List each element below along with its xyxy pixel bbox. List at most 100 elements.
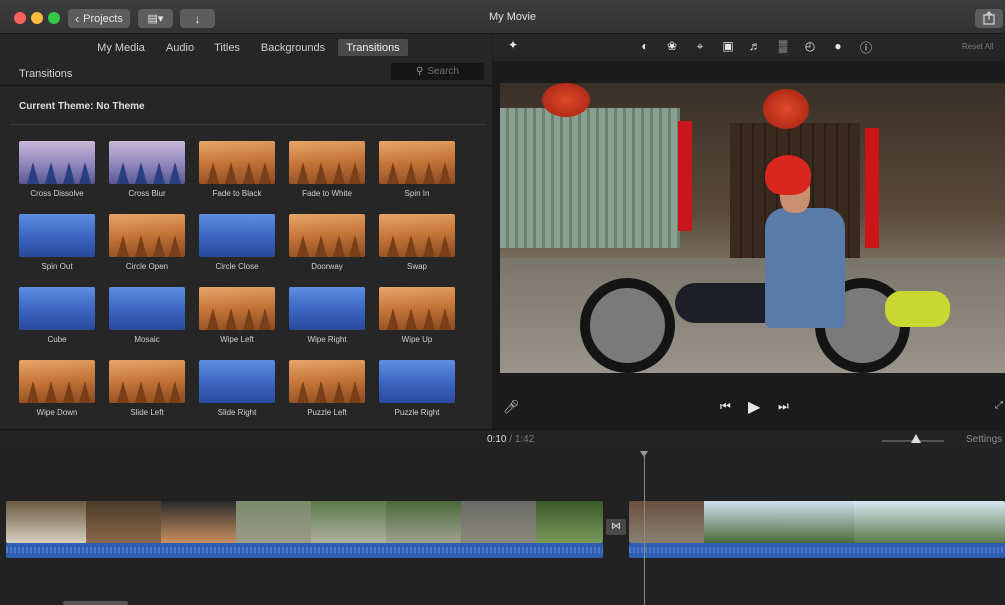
transition-thumbnail[interactable] bbox=[19, 360, 95, 403]
tab-audio[interactable]: Audio bbox=[162, 39, 198, 56]
transition-thumbnail[interactable] bbox=[109, 214, 185, 257]
transition-thumbnail[interactable] bbox=[379, 141, 455, 184]
tree-graphic bbox=[387, 308, 399, 330]
tree-graphic bbox=[45, 381, 57, 403]
rider-jacket bbox=[765, 208, 845, 328]
transition-label: Swap bbox=[406, 262, 427, 271]
tree-graphic bbox=[423, 308, 435, 330]
tree-graphic bbox=[439, 308, 451, 330]
color-palette-icon[interactable]: ❀ bbox=[664, 39, 680, 53]
tree-graphic bbox=[117, 162, 129, 184]
video-clip[interactable] bbox=[629, 501, 1005, 543]
search-icon: ⚲ bbox=[415, 66, 424, 77]
clip-thumbnail bbox=[704, 501, 779, 543]
title-bar: ‹ Projects ▤▾ ↓ My Movie bbox=[0, 0, 1005, 34]
transition-thumbnail[interactable] bbox=[379, 214, 455, 257]
transition-thumbnail[interactable] bbox=[379, 287, 455, 330]
current-time: 0:10 bbox=[487, 434, 507, 445]
transition-thumbnail[interactable] bbox=[199, 287, 275, 330]
transition-thumbnail[interactable] bbox=[199, 360, 275, 403]
tree-graphic bbox=[135, 162, 147, 184]
tree-graphic bbox=[169, 235, 181, 257]
transition-thumbnail[interactable] bbox=[199, 141, 275, 184]
browser-tabs: My Media Audio Titles Backgrounds Transi… bbox=[0, 34, 492, 61]
clip-thumbnail bbox=[629, 501, 704, 543]
transition-label: Wipe Left bbox=[220, 335, 254, 344]
tab-backgrounds[interactable]: Backgrounds bbox=[259, 39, 327, 56]
clip-thumbnail bbox=[854, 501, 929, 543]
yellow-bag bbox=[885, 291, 950, 327]
transition-thumbnail[interactable] bbox=[109, 287, 185, 330]
speed-icon[interactable]: ◴ bbox=[802, 39, 818, 53]
tab-my-media[interactable]: My Media bbox=[94, 39, 148, 56]
transition-label: Slide Right bbox=[217, 408, 257, 417]
stabilization-icon[interactable]: ▣ bbox=[720, 39, 736, 53]
playhead[interactable] bbox=[644, 454, 645, 605]
crop-icon[interactable]: ⌖ bbox=[692, 39, 708, 54]
timeline-settings-button[interactable]: Settings bbox=[966, 434, 1002, 445]
tree-graphic bbox=[439, 162, 451, 184]
rider-helmet bbox=[765, 155, 811, 195]
zoom-slider-knob[interactable] bbox=[911, 434, 921, 443]
transition-thumbnail[interactable] bbox=[19, 214, 95, 257]
color-balance-icon[interactable]: ◐ bbox=[637, 39, 653, 53]
timeline-scrollbar[interactable] bbox=[63, 601, 128, 605]
microphone-icon[interactable]: 🎤︎ bbox=[503, 399, 520, 415]
total-duration: 1:42 bbox=[514, 434, 535, 445]
clip-thumbnail bbox=[929, 501, 1005, 543]
transition-thumbnail[interactable] bbox=[379, 360, 455, 403]
transition-thumbnail[interactable] bbox=[109, 141, 185, 184]
banner bbox=[678, 121, 692, 231]
current-theme-label: Current Theme: No Theme bbox=[19, 101, 145, 112]
clip-thumbnail bbox=[86, 501, 161, 543]
transition-thumbnail[interactable] bbox=[199, 214, 275, 257]
transition-thumbnail[interactable] bbox=[289, 360, 365, 403]
transition-label: Spin In bbox=[404, 189, 430, 198]
clip-thumbnail bbox=[6, 501, 86, 543]
tree-graphic bbox=[63, 381, 75, 403]
tree-graphic bbox=[169, 162, 181, 184]
tree-graphic bbox=[117, 381, 129, 403]
transition-marker[interactable]: ⋈ bbox=[606, 519, 626, 535]
skip-back-icon[interactable]: ⏮︎ bbox=[720, 399, 731, 414]
reset-all-button[interactable]: Reset All bbox=[962, 42, 994, 51]
time-separator: / bbox=[509, 434, 513, 445]
skip-forward-icon[interactable]: ⏭︎ bbox=[778, 399, 789, 414]
divider bbox=[10, 124, 486, 125]
search-input[interactable]: ⚲ Search bbox=[391, 63, 484, 80]
tree-graphic bbox=[297, 381, 309, 403]
transition-thumbnail[interactable] bbox=[19, 287, 95, 330]
tab-transitions[interactable]: Transitions bbox=[338, 39, 408, 56]
transition-thumbnail[interactable] bbox=[289, 141, 365, 184]
share-button[interactable] bbox=[975, 9, 1003, 28]
transition-label: Fade to White bbox=[302, 189, 352, 198]
tree-graphic bbox=[45, 162, 57, 184]
fullscreen-icon[interactable]: ⤢ bbox=[995, 400, 1003, 411]
tab-titles[interactable]: Titles bbox=[211, 39, 243, 56]
transition-label: Doorway bbox=[311, 262, 343, 271]
tree-graphic bbox=[207, 308, 219, 330]
transition-label: Cross Blur bbox=[128, 189, 166, 198]
tree-graphic bbox=[225, 162, 237, 184]
search-placeholder: Search bbox=[427, 66, 459, 77]
equalizer-icon[interactable]: ▒ bbox=[775, 39, 791, 53]
clip-thumbnail bbox=[161, 501, 236, 543]
tree-graphic bbox=[387, 162, 399, 184]
transition-thumbnail[interactable] bbox=[289, 214, 365, 257]
transition-label: Puzzle Right bbox=[394, 408, 440, 417]
banner bbox=[865, 128, 879, 248]
magic-wand-icon[interactable]: ✦ bbox=[505, 38, 521, 52]
transition-thumbnail[interactable] bbox=[289, 287, 365, 330]
volume-icon[interactable]: ♬ bbox=[747, 39, 763, 53]
transition-thumbnail[interactable] bbox=[19, 141, 95, 184]
clip-thumbnail bbox=[461, 501, 536, 543]
transition-thumbnail[interactable] bbox=[109, 360, 185, 403]
video-clip[interactable] bbox=[6, 501, 603, 543]
filter-icon[interactable]: ● bbox=[830, 39, 846, 53]
tree-graphic bbox=[79, 381, 91, 403]
transition-label: Circle Open bbox=[125, 262, 169, 271]
play-icon[interactable]: ▶︎ bbox=[748, 397, 760, 417]
tree-graphic bbox=[243, 162, 255, 184]
transition-label: Slide Left bbox=[130, 408, 164, 417]
info-icon[interactable]: ⓘ bbox=[858, 39, 874, 56]
